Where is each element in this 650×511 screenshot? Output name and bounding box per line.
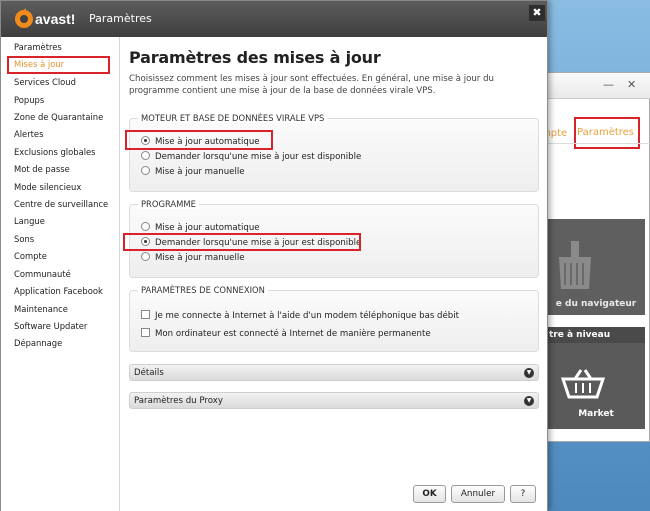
avast-logo: avast!: [15, 8, 75, 28]
close-icon[interactable]: ✕: [627, 78, 636, 91]
proxy-section[interactable]: Paramètres du Proxy ▼: [129, 392, 539, 409]
svg-text:avast!: avast!: [35, 11, 75, 27]
connection-group-title: PARAMÈTRES DE CONNEXION: [138, 285, 268, 295]
market-tile[interactable]: Market: [547, 343, 645, 429]
option-label: Mise à jour automatique: [155, 223, 260, 233]
sidebar-item-exclusions[interactable]: Exclusions globales: [14, 147, 96, 163]
program-group-title: PROGRAMME: [138, 199, 199, 209]
sidebar-item-langue[interactable]: Langue: [14, 216, 45, 232]
option-label: Mon ordinateur est connecté à Internet d…: [155, 329, 431, 339]
connection-option-permanent[interactable]: Mon ordinateur est connecté à Internet d…: [141, 328, 431, 339]
proxy-label: Paramètres du Proxy: [134, 396, 223, 406]
sidebar-item-popups[interactable]: Popups: [14, 95, 44, 111]
option-label: Mise à jour manuelle: [155, 253, 245, 263]
option-label: Mise à jour manuelle: [155, 167, 245, 177]
vps-option-ask[interactable]: Demander lorsqu'une mise à jour est disp…: [141, 151, 361, 162]
browser-tile-label: e du navigateur: [555, 299, 637, 309]
sidebar-item-quarantaine[interactable]: Zone de Quarantaine: [14, 112, 103, 128]
checkbox[interactable]: [141, 310, 150, 319]
chevron-down-icon: ▼: [524, 368, 534, 378]
sidebar-item-sons[interactable]: Sons: [14, 234, 34, 250]
program-option-manual[interactable]: Mise à jour manuelle: [141, 252, 245, 263]
dialog-title: Paramètres: [89, 12, 152, 25]
radio[interactable]: [141, 151, 150, 160]
annotation-highlight: [7, 56, 110, 74]
settings-sidebar: Paramètres Mises à jour Services Cloud P…: [1, 37, 120, 511]
sidebar-item-maintenance[interactable]: Maintenance: [14, 304, 68, 320]
tab-underline: [541, 143, 650, 144]
main-window-titlebar: — ✕: [541, 73, 650, 99]
dialog-titlebar: avast! Paramètres ✖: [1, 1, 547, 37]
cancel-button[interactable]: Annuler: [451, 485, 505, 503]
program-option-auto[interactable]: Mise à jour automatique: [141, 222, 260, 233]
details-section[interactable]: Détails ▼: [129, 364, 539, 381]
page-title: Paramètres des mises à jour: [129, 48, 381, 67]
browser-cleanup-tile[interactable]: e du navigateur: [547, 219, 645, 315]
sidebar-item-mot-de-passe[interactable]: Mot de passe: [14, 164, 70, 180]
upgrade-band[interactable]: tre à niveau: [547, 327, 645, 343]
details-label: Détails: [134, 368, 164, 378]
sidebar-item-depannage[interactable]: Dépannage: [14, 338, 62, 354]
page-description: Choisissez comment les mises à jour sont…: [129, 74, 494, 96]
vps-option-manual[interactable]: Mise à jour manuelle: [141, 166, 245, 177]
settings-content: Paramètres des mises à jour Choisissez c…: [120, 37, 547, 511]
market-tile-label: Market: [578, 409, 614, 419]
option-label: Demander lorsqu'une mise à jour est disp…: [155, 152, 362, 162]
option-label: Je me connecte à Internet à l'aide d'un …: [155, 311, 459, 321]
sidebar-item-facebook[interactable]: Application Facebook: [14, 286, 103, 302]
sidebar-item-services-cloud[interactable]: Services Cloud: [14, 77, 76, 93]
radio[interactable]: [141, 166, 150, 175]
annotation-highlight: [574, 117, 640, 149]
sidebar-item-communaute[interactable]: Communauté: [14, 269, 71, 285]
annotation-highlight: [125, 130, 273, 150]
sidebar-item-centre-surveillance[interactable]: Centre de surveillance: [14, 199, 108, 215]
minimize-icon[interactable]: —: [603, 78, 614, 91]
ok-button[interactable]: OK: [413, 485, 446, 503]
sidebar-item-mode-silencieux[interactable]: Mode silencieux: [14, 182, 81, 198]
help-button[interactable]: ?: [510, 485, 536, 503]
sidebar-item-alertes[interactable]: Alertes: [14, 129, 43, 145]
annotation-highlight: [123, 233, 361, 251]
checkbox[interactable]: [141, 328, 150, 337]
vps-group-title: MOTEUR ET BASE DE DONNÉES VIRALE VPS: [138, 113, 328, 123]
chevron-down-icon: ▼: [524, 396, 534, 406]
shopping-basket-icon: [561, 369, 605, 399]
avast-main-window: — ✕ mpte Paramètres e du navigateur tre …: [540, 72, 650, 442]
sidebar-item-compte[interactable]: Compte: [14, 251, 47, 267]
radio[interactable]: [141, 252, 150, 261]
dialog-close-button[interactable]: ✖: [529, 5, 545, 21]
radio[interactable]: [141, 222, 150, 231]
connection-group: PARAMÈTRES DE CONNEXION Je me connecte à…: [129, 285, 539, 352]
sidebar-item-software-updater[interactable]: Software Updater: [14, 321, 87, 337]
connection-option-modem[interactable]: Je me connecte à Internet à l'aide d'un …: [141, 310, 459, 321]
settings-dialog: avast! Paramètres ✖ Paramètres Mises à j…: [0, 0, 548, 511]
broom-icon: [559, 241, 591, 289]
